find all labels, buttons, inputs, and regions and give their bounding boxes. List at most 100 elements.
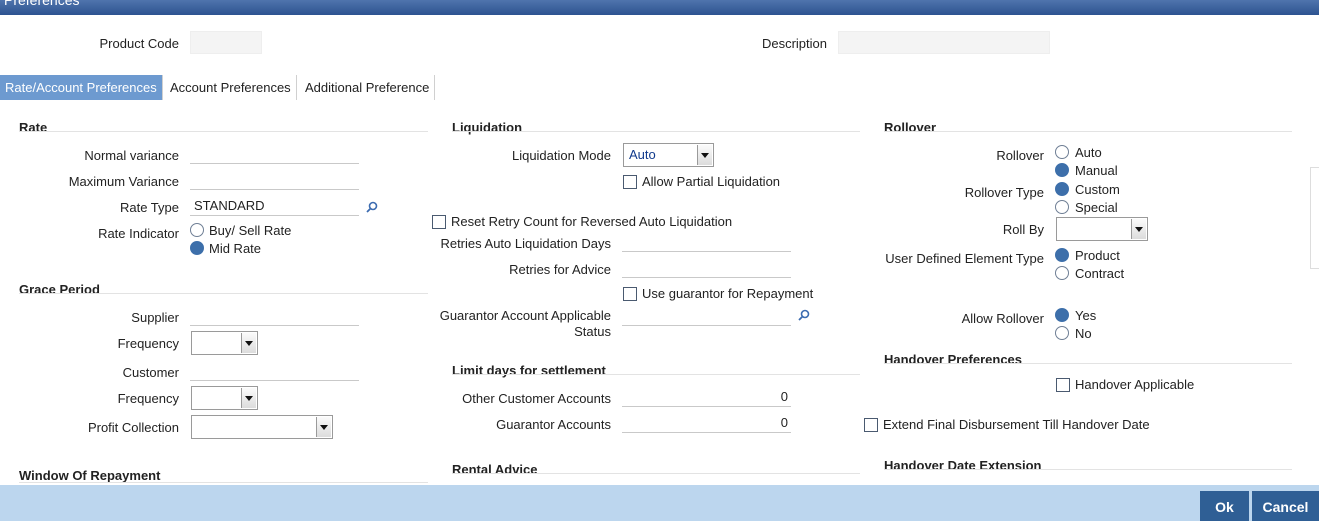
tab-account-preferences[interactable]: Account Preferences (165, 75, 297, 100)
description-field[interactable] (838, 31, 1050, 54)
scrollbar[interactable] (1310, 167, 1319, 269)
rollover-auto-label: Auto (1075, 145, 1102, 160)
description-label: Description (761, 36, 827, 51)
guarantor-account-status-input[interactable] (622, 306, 791, 326)
other-customer-accounts-label: Other Customer Accounts (462, 391, 611, 406)
guarantor-accounts-label: Guarantor Accounts (496, 417, 611, 432)
section-divider (884, 363, 1292, 364)
buy-sell-rate-label: Buy/ Sell Rate (209, 223, 292, 238)
ude-contract-label: Contract (1075, 266, 1125, 281)
rate-type-label: Rate Type (119, 200, 179, 215)
extend-final-disbursement-checkbox[interactable] (864, 418, 878, 432)
window-of-repayment-section-header: Window Of Repayment (19, 468, 161, 483)
chevron-down-icon (241, 333, 256, 353)
radio-ude-product[interactable] (1055, 248, 1069, 262)
radio-allow-rollover-yes[interactable] (1055, 308, 1069, 322)
rollover-manual-label: Manual (1075, 163, 1118, 178)
handover-date-extension-section-header: Handover Date Extension (884, 458, 1042, 473)
window-title: Preferences (4, 0, 80, 8)
guarantor-account-status-label-line1: Guarantor Account Applicable (439, 308, 611, 323)
search-icon[interactable] (798, 309, 810, 321)
supplier-frequency-select[interactable] (191, 331, 258, 355)
ude-product-label: Product (1075, 248, 1120, 263)
retries-auto-liquidation-input[interactable] (622, 232, 791, 252)
grace-period-section-header: Grace Period (19, 282, 100, 297)
search-icon[interactable] (366, 201, 378, 213)
limit-days-section-header: Limit days for settlement (452, 363, 606, 378)
radio-allow-rollover-no[interactable] (1055, 326, 1069, 340)
window-title-bar: Preferences (0, 0, 1319, 15)
roll-by-select[interactable] (1056, 217, 1148, 241)
section-divider (19, 293, 428, 294)
reset-retry-count-label: Reset Retry Count for Reversed Auto Liqu… (451, 214, 733, 229)
maximum-variance-label: Maximum Variance (68, 174, 179, 189)
rollover-type-special-label: Special (1075, 200, 1118, 215)
section-divider (19, 482, 428, 483)
supplier-input[interactable] (190, 306, 359, 326)
section-divider (452, 131, 860, 132)
allow-rollover-label: Allow Rollover (961, 311, 1044, 326)
maximum-variance-input[interactable] (190, 170, 359, 190)
tab-rate-account-preferences[interactable]: Rate/Account Preferences (0, 75, 163, 100)
handover-applicable-label: Handover Applicable (1075, 377, 1195, 392)
radio-rollover-type-special[interactable] (1055, 200, 1069, 214)
product-code-field[interactable] (190, 31, 262, 54)
radio-rollover-auto[interactable] (1055, 145, 1069, 159)
rate-section-header: Rate (19, 120, 48, 135)
allow-rollover-yes-label: Yes (1075, 308, 1097, 323)
handover-applicable-checkbox[interactable] (1056, 378, 1070, 392)
use-guarantor-label: Use guarantor for Repayment (642, 286, 814, 301)
radio-ude-contract[interactable] (1055, 266, 1069, 280)
ok-button[interactable]: Ok (1200, 491, 1249, 521)
normal-variance-input[interactable] (190, 144, 359, 164)
use-guarantor-checkbox[interactable] (623, 287, 637, 301)
allow-partial-liquidation-checkbox[interactable] (623, 175, 637, 189)
customer-frequency-select[interactable] (191, 386, 258, 410)
liquidation-mode-value: Auto (629, 147, 656, 162)
profit-collection-select[interactable] (191, 415, 333, 439)
radio-rollover-type-custom[interactable] (1055, 182, 1069, 196)
rate-type-input[interactable]: STANDARD (190, 196, 359, 216)
rollover-label: Rollover (996, 148, 1044, 163)
retries-for-advice-label: Retries for Advice (509, 262, 611, 277)
footer-bar (0, 485, 1319, 521)
retries-for-advice-input[interactable] (622, 258, 791, 278)
customer-input[interactable] (190, 361, 359, 381)
chevron-down-icon (241, 388, 256, 408)
cancel-button[interactable]: Cancel (1252, 491, 1319, 521)
rental-advice-section-header: Rental Advice (452, 462, 538, 477)
radio-buy-sell-rate[interactable] (190, 223, 204, 237)
mid-rate-label: Mid Rate (209, 241, 262, 256)
liquidation-section-header: Liquidation (452, 120, 523, 135)
rate-indicator-label: Rate Indicator (98, 226, 179, 241)
normal-variance-label: Normal variance (84, 148, 179, 163)
extend-final-disbursement-label: Extend Final Disbursement Till Handover … (883, 417, 1150, 432)
customer-frequency-label: Frequency (117, 391, 179, 406)
chevron-down-icon (1131, 219, 1146, 239)
guarantor-account-status-label-line2: Status (574, 324, 611, 339)
customer-label: Customer (122, 365, 179, 380)
guarantor-accounts-input[interactable]: 0 (622, 413, 791, 433)
radio-rollover-manual[interactable] (1055, 163, 1069, 177)
user-defined-element-type-label: User Defined Element Type (885, 251, 1044, 266)
supplier-frequency-label: Frequency (117, 336, 179, 351)
section-divider (19, 131, 428, 132)
supplier-label: Supplier (131, 310, 179, 325)
rollover-section-header: Rollover (884, 120, 937, 135)
profit-collection-label: Profit Collection (87, 420, 179, 435)
product-code-label: Product Code (99, 36, 180, 51)
liquidation-mode-select[interactable]: Auto (623, 143, 714, 167)
allow-partial-liquidation-label: Allow Partial Liquidation (642, 174, 781, 189)
section-divider (452, 374, 860, 375)
radio-mid-rate[interactable] (190, 241, 204, 255)
roll-by-label: Roll By (1002, 222, 1044, 237)
liquidation-mode-label: Liquidation Mode (511, 148, 611, 163)
tab-additional-preference[interactable]: Additional Preference (300, 75, 436, 100)
reset-retry-count-checkbox[interactable] (432, 215, 446, 229)
chevron-down-icon (697, 145, 712, 165)
handover-preferences-section-header: Handover Preferences (884, 352, 1023, 367)
rollover-type-custom-label: Custom (1075, 182, 1120, 197)
retries-auto-liquidation-label: Retries Auto Liquidation Days (440, 236, 611, 251)
other-customer-accounts-input[interactable]: 0 (622, 387, 791, 407)
section-divider (884, 131, 1292, 132)
